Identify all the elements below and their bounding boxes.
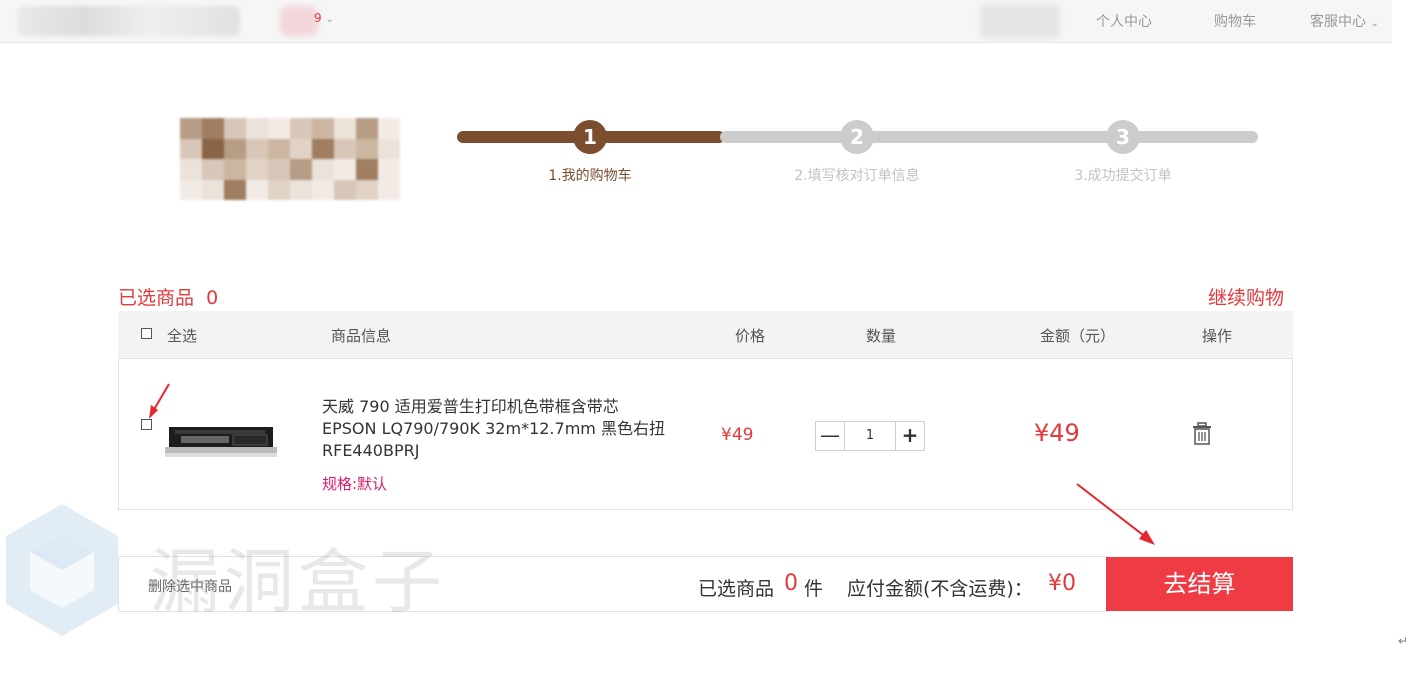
item-subtotal: ¥49	[1034, 419, 1080, 447]
blurred-badge-bg	[280, 6, 318, 36]
link-shopping-cart[interactable]: 购物车	[1214, 11, 1256, 31]
product-thumbnail[interactable]	[165, 421, 277, 457]
selected-items-summary: 已选商品 0	[118, 287, 219, 309]
product-spec: 规格:默认	[322, 475, 388, 493]
header-price: 价格	[735, 327, 766, 345]
return-mark: ↵	[1398, 634, 1409, 648]
header-action: 操作	[1202, 327, 1233, 345]
step-track-inactive	[720, 131, 1258, 143]
quantity-stepper: — 1 +	[815, 421, 925, 451]
trash-icon[interactable]	[1191, 422, 1213, 446]
header-amount: 金额（元）	[1040, 327, 1116, 345]
blurred-user-name	[980, 4, 1060, 38]
footer-selected-label: 已选商品	[698, 578, 775, 600]
cart-table-header	[118, 311, 1293, 358]
item-checkbox[interactable]	[141, 419, 152, 430]
payable-label: 应付金额(不含运费)：	[847, 578, 1033, 600]
blurred-account-info	[18, 6, 240, 36]
step-1-circle: 1	[573, 120, 607, 154]
link-personal-center[interactable]: 个人中心	[1096, 11, 1152, 31]
step-3-circle: 3	[1106, 120, 1140, 154]
header-product-info: 商品信息	[331, 327, 392, 345]
chevron-down-icon: ⌄	[325, 14, 334, 25]
footer-unit: 件	[804, 578, 824, 600]
header-quantity: 数量	[866, 327, 897, 345]
unit-price: ¥49	[721, 425, 754, 445]
quantity-input[interactable]: 1	[845, 422, 895, 450]
watermark-hex-logo	[6, 504, 118, 636]
arrow-head-checkout	[1139, 530, 1155, 545]
cart-item-row	[118, 358, 1293, 510]
watermark-text: 漏洞盒子	[150, 541, 446, 623]
continue-shopping-link[interactable]: 继续购物	[1208, 283, 1284, 310]
checkout-button[interactable]: 去结算	[1106, 557, 1293, 611]
step-2-label: 2.填写核对订单信息	[794, 168, 920, 184]
step-1-label: 1.我的购物车	[548, 168, 632, 184]
link-customer-service[interactable]: 客服中心 ⌄	[1310, 11, 1379, 31]
message-badge[interactable]: 9 ⌄	[314, 11, 334, 25]
select-all-checkbox[interactable]	[141, 328, 152, 339]
product-title[interactable]: 天威 790 适用爱普生打印机色带框含带芯 EPSON LQ790/790K 3…	[322, 396, 672, 462]
footer-selected-count: 0	[784, 571, 798, 596]
site-logo[interactable]	[180, 118, 400, 200]
selected-items-count: 0	[206, 287, 219, 309]
step-2-circle: 2	[840, 120, 874, 154]
step-3-label: 3.成功提交订单	[1074, 168, 1172, 184]
chevron-down-icon: ⌄	[1370, 18, 1379, 29]
quantity-plus-button[interactable]: +	[895, 422, 924, 450]
select-all-label[interactable]: 全选	[167, 325, 197, 346]
payable-amount: ¥0	[1048, 571, 1076, 596]
quantity-minus-button[interactable]: —	[816, 422, 845, 450]
